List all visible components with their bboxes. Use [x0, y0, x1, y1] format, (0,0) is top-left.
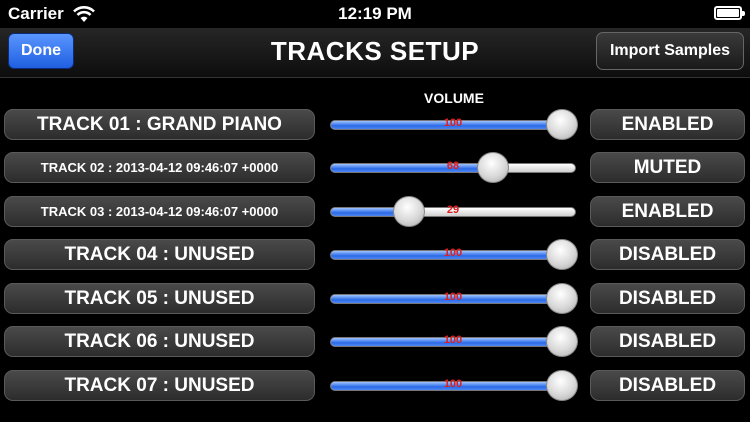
track-name-button[interactable]: TRACK 05 : UNUSED: [4, 283, 315, 314]
track-row: TRACK 03 : 2013-04-12 09:46:07 +0000 29 …: [0, 196, 750, 230]
volume-slider[interactable]: 29: [330, 196, 578, 227]
track-row: TRACK 07 : UNUSED 100 DISABLED: [0, 370, 750, 404]
status-bar: Carrier 12:19 PM: [0, 0, 750, 28]
volume-slider[interactable]: 68: [330, 152, 578, 183]
import-samples-button[interactable]: Import Samples: [596, 32, 744, 70]
volume-slider-thumb[interactable]: [476, 152, 509, 183]
track-status-button[interactable]: DISABLED: [590, 370, 745, 401]
battery-icon: [714, 6, 745, 20]
navigation-bar: Done TRACKS SETUP Import Samples: [0, 28, 750, 78]
track-row: TRACK 06 : UNUSED 100 DISABLED: [0, 326, 750, 360]
volume-slider-thumb[interactable]: [392, 196, 425, 227]
track-name-button[interactable]: TRACK 04 : UNUSED: [4, 239, 315, 270]
volume-slider-thumb[interactable]: [546, 239, 578, 270]
volume-value: 100: [443, 334, 463, 346]
volume-slider[interactable]: 100: [330, 326, 578, 357]
volume-slider-thumb[interactable]: [546, 283, 578, 314]
track-status-button[interactable]: MUTED: [590, 152, 745, 183]
track-row: TRACK 02 : 2013-04-12 09:46:07 +0000 68 …: [0, 152, 750, 186]
track-status-button[interactable]: DISABLED: [590, 239, 745, 270]
track-row: TRACK 05 : UNUSED 100 DISABLED: [0, 283, 750, 317]
track-name-button[interactable]: TRACK 07 : UNUSED: [4, 370, 315, 401]
volume-slider[interactable]: 100: [330, 370, 578, 401]
track-row: TRACK 04 : UNUSED 100 DISABLED: [0, 239, 750, 273]
volume-value: 100: [443, 247, 463, 259]
volume-slider[interactable]: 100: [330, 109, 578, 140]
track-name-button[interactable]: TRACK 01 : GRAND PIANO: [4, 109, 315, 140]
volume-column-header: VOLUME: [424, 90, 484, 106]
volume-slider[interactable]: 100: [330, 283, 578, 314]
volume-slider-thumb[interactable]: [546, 326, 578, 357]
volume-slider-thumb[interactable]: [546, 109, 578, 140]
volume-slider[interactable]: 100: [330, 239, 578, 270]
volume-value: 68: [446, 160, 460, 172]
status-time: 12:19 PM: [338, 4, 412, 23]
track-name-button[interactable]: TRACK 02 : 2013-04-12 09:46:07 +0000: [4, 152, 315, 183]
track-name-button[interactable]: TRACK 03 : 2013-04-12 09:46:07 +0000: [4, 196, 315, 227]
track-status-button[interactable]: DISABLED: [590, 283, 745, 314]
track-name-button[interactable]: TRACK 06 : UNUSED: [4, 326, 315, 357]
track-status-button[interactable]: DISABLED: [590, 326, 745, 357]
volume-value: 100: [443, 378, 463, 390]
volume-value: 100: [443, 291, 463, 303]
volume-value: 100: [443, 117, 463, 129]
track-row: TRACK 01 : GRAND PIANO 100 ENABLED: [0, 109, 750, 143]
track-status-button[interactable]: ENABLED: [590, 196, 745, 227]
track-status-button[interactable]: ENABLED: [590, 109, 745, 140]
volume-value: 29: [446, 204, 460, 216]
volume-slider-thumb[interactable]: [546, 370, 578, 401]
